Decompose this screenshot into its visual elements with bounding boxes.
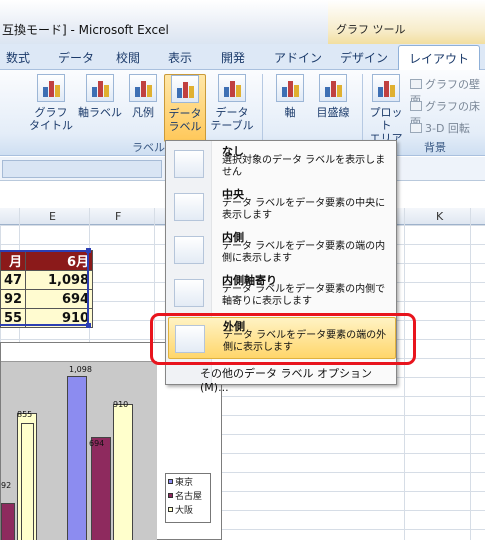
data-label-inside-end-icon [174, 236, 204, 264]
chart-floor-icon [410, 101, 422, 111]
legend-button[interactable]: 凡例 [126, 74, 160, 119]
legend-swatch [168, 479, 173, 484]
tab-addins[interactable]: アドイン [274, 49, 322, 66]
data-label-icon [171, 75, 199, 103]
window-title: 互換モード] - Microsoft Excel [2, 23, 169, 37]
menu-item-none[interactable]: なし 選択対象のデータ ラベルを表示しません [168, 143, 396, 183]
legend-icon [129, 74, 157, 102]
column-header-k[interactable]: K [436, 210, 443, 223]
gridlines-button[interactable]: 目盛線 [310, 74, 356, 119]
plot-area-button[interactable]: プロット エリア [366, 74, 406, 145]
3d-rotation-label: 3-D 回転 [425, 122, 470, 135]
name-box[interactable] [2, 160, 162, 178]
data-label-none-icon [174, 150, 204, 178]
gridlines-label: 目盛線 [316, 106, 350, 119]
legend-label-tokyo: 東京 [175, 478, 194, 488]
plot-area-icon [372, 74, 400, 102]
data-label: 694 [89, 439, 105, 448]
column-line [404, 208, 405, 540]
column-header-e[interactable]: E [49, 210, 56, 223]
chart-bar[interactable] [91, 437, 111, 540]
background-group-label: 背景 [424, 141, 446, 154]
plot-area[interactable]: 1,098 855 910 694 92 [1, 361, 157, 540]
chart-title-label: グラフ タイトル [29, 106, 73, 132]
selection-border [0, 250, 89, 326]
data-label: 1,098 [69, 365, 92, 374]
title-bar: 互換モード] - Microsoft Excel グラフ ツール [0, 0, 485, 44]
axis-label-icon [86, 74, 114, 102]
data-table-button[interactable]: データ テーブル [208, 74, 256, 132]
tab-formulas[interactable]: 数式 [6, 49, 30, 66]
chart-bar[interactable] [1, 503, 15, 540]
selection-handle[interactable] [86, 248, 91, 253]
chart-tools-title: グラフ ツール [336, 23, 406, 36]
legend-item: 大阪 [168, 504, 208, 518]
data-label-inside-base-icon [174, 279, 204, 307]
tab-developer[interactable]: 開発 [221, 49, 245, 66]
tab-view[interactable]: 表示 [168, 49, 192, 66]
legend-swatch [168, 507, 173, 512]
3d-rotation-item[interactable]: 3-D 回転 [410, 120, 470, 136]
axis-label-button[interactable]: 軸ラベル [78, 74, 122, 119]
legend-item: 名古屋 [168, 490, 208, 504]
column-line [470, 208, 471, 540]
menu-item-desc: データ ラベルをデータ要素の中央に表示します [222, 198, 386, 221]
chart-wall-icon [410, 79, 422, 89]
tab-design[interactable]: デザイン [340, 49, 388, 66]
legend-item: 東京 [168, 476, 208, 490]
selection-handle[interactable] [86, 323, 91, 328]
data-label-center-icon [174, 193, 204, 221]
menu-item-center[interactable]: 中央 データ ラベルをデータ要素の中央に表示します [168, 186, 396, 226]
tab-review[interactable]: 校閲 [116, 49, 140, 66]
legend-swatch [168, 493, 173, 498]
tab-data[interactable]: データ [58, 49, 94, 66]
chart-bar[interactable] [21, 423, 34, 540]
chart-title-icon [37, 74, 65, 102]
data-label: 855 [17, 410, 33, 419]
ribbon-tabs: 数式 データ 校閲 表示 開発 アドイン デザイン レイアウト [0, 44, 485, 114]
data-table-label: データ テーブル [210, 106, 254, 132]
chart-title-button[interactable]: グラフ タイトル [28, 74, 74, 132]
menu-item-desc: データ ラベルをデータ要素の内側で軸寄りに表示します [222, 284, 386, 307]
data-label-label: データ ラベル [168, 107, 202, 133]
3d-rotation-icon [410, 123, 422, 133]
menu-item-inside-end[interactable]: 内側 データ ラベルをデータ要素の端の内側に表示します [168, 229, 396, 269]
axes-label: 軸 [284, 106, 296, 119]
data-table-icon [218, 74, 246, 102]
data-label-button[interactable]: データ ラベル [164, 74, 206, 142]
data-label: 910 [113, 400, 129, 409]
legend-label: 凡例 [132, 106, 154, 119]
axis-label-label: 軸ラベル [78, 106, 122, 119]
axes-icon [276, 74, 304, 102]
legend-label-osaka: 大阪 [175, 506, 194, 516]
axes-button[interactable]: 軸 [272, 74, 308, 119]
gridlines-icon [319, 74, 347, 102]
chart-bar[interactable] [113, 404, 133, 540]
menu-item-desc: 選択対象のデータ ラベルを表示しません [222, 155, 386, 178]
more-data-label-options[interactable]: その他のデータ ラベル オプション(M)... [200, 365, 396, 394]
chart-legend[interactable]: 東京 名古屋 大阪 [165, 473, 211, 523]
legend-label-nagoya: 名古屋 [175, 492, 203, 502]
menu-item-desc: データ ラベルをデータ要素の端の内側に表示します [222, 241, 386, 264]
data-label: 92 [1, 481, 12, 490]
chart-bar[interactable] [67, 376, 87, 540]
highlight-annotation [150, 313, 416, 365]
column-header-f[interactable]: F [115, 210, 121, 223]
tab-layout[interactable]: レイアウト [398, 45, 481, 71]
menu-item-inside-base[interactable]: 内側軸寄り データ ラベルをデータ要素の内側で軸寄りに表示します [168, 272, 396, 314]
labels-group-label: ラベル [132, 141, 165, 154]
